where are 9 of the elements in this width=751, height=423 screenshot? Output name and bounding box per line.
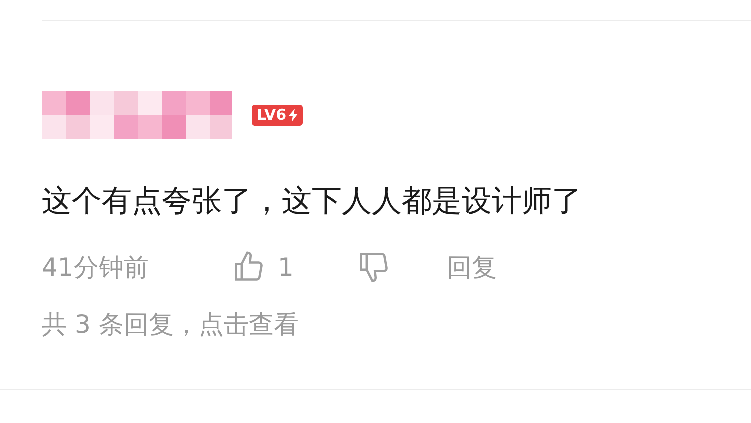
lightning-icon — [288, 108, 298, 122]
like-button[interactable]: 1 — [232, 250, 357, 284]
comment-time: 41分钟前 — [42, 252, 150, 284]
reply-button[interactable]: 回复 — [447, 250, 497, 284]
thumbs-down-icon — [357, 250, 391, 284]
view-replies-link[interactable]: 共 3 条回复，点击查看 — [42, 308, 751, 341]
level-badge: LV6 — [252, 104, 303, 126]
comment-text: 这个有点夸张了，这下人人都是设计师了 — [42, 183, 583, 221]
thumbs-up-icon — [232, 250, 266, 284]
